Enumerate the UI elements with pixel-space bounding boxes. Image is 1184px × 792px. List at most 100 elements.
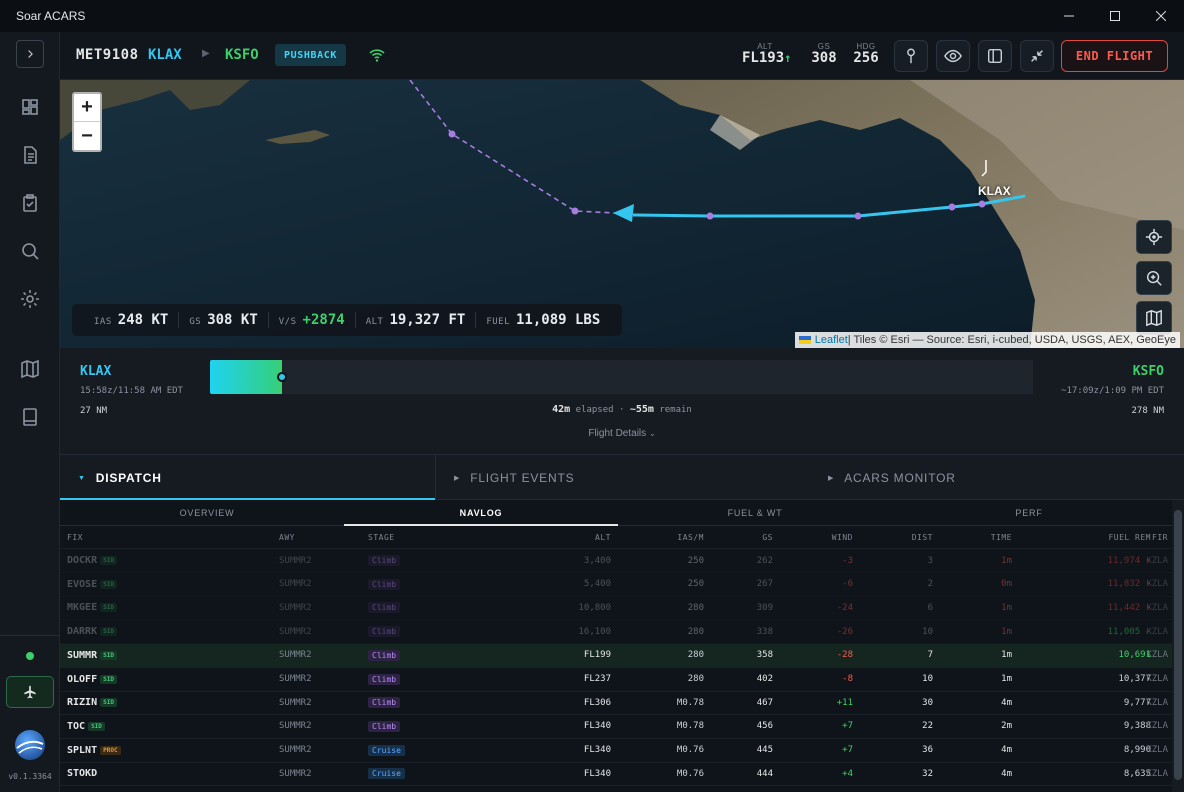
zoom-in-icon — [1146, 270, 1162, 286]
subtab-overview[interactable]: OVERVIEW — [70, 500, 344, 526]
telemetry-cell: IAS 248 KT — [84, 312, 180, 328]
pin-button[interactable] — [894, 40, 928, 72]
flight-header: MET9108 KLAX ▶ KSFO PUSHBACK ALT FL193↑ … — [60, 32, 1184, 80]
tab-dispatch[interactable]: ▼ DISPATCH — [78, 455, 162, 501]
procedure-tag: SID — [100, 650, 117, 660]
elapsed-value: 42m — [552, 404, 571, 415]
runway-icon — [981, 160, 987, 177]
procedure-tag: SID — [100, 627, 117, 637]
search-icon[interactable] — [15, 236, 45, 266]
ukraine-flag-icon — [798, 336, 811, 344]
fuel-remaining: 11,974 ▾ — [1107, 555, 1151, 566]
navlog-row[interactable]: EVOSE SID SUMMR2 Climb 5,400 250 267 -6 2… — [60, 573, 1172, 597]
leg-time: 1m — [1001, 555, 1012, 566]
distance: 30 — [922, 697, 933, 708]
wind-component: -8 — [842, 674, 853, 684]
navlog-row[interactable]: STOKD SUMMR2 Cruise FL340 M0.76 444 +4 3… — [60, 762, 1172, 787]
airplane-icon — [24, 685, 36, 699]
groundspeed: 402 — [756, 674, 773, 684]
minimize-view-button[interactable] — [1020, 40, 1054, 72]
maximize-button[interactable] — [1092, 0, 1138, 32]
map-layers-button[interactable] — [1136, 301, 1172, 335]
gear-icon[interactable] — [15, 284, 45, 314]
progress-arrival: KSFO — [1132, 364, 1164, 379]
elapsed-label: elapsed — [575, 405, 614, 415]
airway: SUMMR2 — [279, 768, 312, 779]
fir: KZLA — [1146, 626, 1168, 637]
flight-details-toggle[interactable]: Flight Details ⌄ — [60, 428, 1184, 439]
airway: SUMMR2 — [279, 650, 312, 661]
heading-value: 256 — [853, 50, 879, 66]
subtab-perf[interactable]: PERF — [892, 500, 1166, 526]
flown-track-line — [632, 194, 1026, 218]
eye-icon — [944, 49, 962, 63]
end-flight-button[interactable]: END FLIGHT — [1061, 40, 1168, 72]
flight-map[interactable]: KLAX + − IAS 248 KT GS 308 KT V/S +2874 ALT 19,… — [60, 80, 1184, 348]
wind-component: +11 — [836, 697, 853, 708]
subtab-navlog[interactable]: NAVLOG — [344, 500, 618, 526]
distance: 36 — [922, 745, 933, 756]
procedure-tag: SID — [100, 579, 117, 589]
scrollbar-thumb[interactable] — [1174, 510, 1182, 780]
navlog-row[interactable]: TOC SID SUMMR2 Climb FL340 M0.78 456 +7 2… — [60, 715, 1172, 739]
subtab-fuel-wt[interactable]: FUEL & WT — [618, 500, 892, 526]
leaflet-link[interactable]: Leaflet — [815, 334, 848, 346]
col-time: TIME — [990, 533, 1012, 542]
wind-component: +4 — [842, 768, 853, 779]
groundspeed: 358 — [756, 650, 773, 661]
view-button[interactable] — [936, 40, 970, 72]
navlog-row[interactable]: MKGEE SID SUMMR2 Climb 10,800 280 309 -24… — [60, 596, 1172, 621]
navlog-row[interactable]: OLOFF SID SUMMR2 Climb FL237 280 402 -8 1… — [60, 668, 1172, 692]
distance: 7 — [927, 650, 933, 661]
navlog-row[interactable]: DARRK SID SUMMR2 Climb 16,100 280 338 -26… — [60, 620, 1172, 645]
chevron-down-icon: ⌄ — [648, 429, 656, 438]
panel-toggle-button[interactable] — [978, 40, 1012, 72]
fir: KZLA — [1146, 555, 1168, 566]
center-aircraft-button[interactable] — [1136, 220, 1172, 254]
dashboard-icon[interactable] — [15, 92, 45, 122]
procedure-tag: SID — [88, 721, 105, 731]
navlog-row[interactable]: SPLNT PROC SUMMR2 Cruise FL340 M0.76 445 … — [60, 739, 1172, 763]
window-title: Soar ACARS — [16, 9, 86, 23]
fix-name: DARRK — [67, 626, 98, 638]
groundspeed-value: 308 — [811, 50, 837, 66]
dispatch-subtabs: OVERVIEW NAVLOG FUEL & WT PERF — [60, 500, 1172, 526]
fix-name: RIZIN — [67, 697, 98, 709]
map-zoom-button[interactable] — [1136, 261, 1172, 295]
col-fir: FIR — [1152, 533, 1168, 542]
distance: 22 — [922, 721, 933, 732]
book-icon[interactable] — [15, 402, 45, 432]
close-button[interactable] — [1138, 0, 1184, 32]
active-subtab-underline — [344, 524, 618, 526]
waypoint-marker — [948, 203, 956, 211]
wind-component: +7 — [842, 721, 853, 732]
navlog-row[interactable]: RIZIN SID SUMMR2 Climb FL306 M0.78 467 +1… — [60, 691, 1172, 716]
map-icon[interactable] — [15, 354, 45, 384]
telemetry-cell: FUEL 11,089 LBS — [476, 312, 610, 328]
ias: 280 — [687, 602, 704, 613]
groundspeed: 267 — [756, 579, 773, 590]
navlog-scrollbar[interactable] — [1172, 500, 1184, 792]
telemetry-value: 308 KT — [207, 312, 258, 328]
flight-mode-button[interactable] — [6, 676, 54, 708]
minimize-button[interactable] — [1046, 0, 1092, 32]
navlog-row[interactable]: DOCKR SID SUMMR2 Climb 3,400 250 262 -3 3… — [60, 549, 1172, 573]
navlog-row[interactable]: SUMMR SID SUMMR2 Climb FL199 280 358 -28 … — [60, 643, 1172, 668]
zoom-out-button[interactable]: − — [74, 122, 100, 150]
ias: M0.76 — [676, 768, 704, 779]
tab-acars-monitor[interactable]: ▶ ACARS MONITOR — [828, 455, 956, 501]
stage-badge: Climb — [368, 697, 401, 709]
zoom-in-button[interactable]: + — [74, 94, 100, 122]
ias: M0.78 — [676, 721, 704, 732]
tab-dispatch-label: DISPATCH — [95, 471, 162, 485]
clipboard-check-icon[interactable] — [15, 188, 45, 218]
telemetry-cell: ALT 19,327 FT — [356, 312, 477, 328]
groundspeed: 444 — [756, 768, 773, 779]
fir: KZLA — [1146, 602, 1168, 613]
expand-sidebar-button[interactable] — [16, 40, 44, 68]
document-icon[interactable] — [15, 140, 45, 170]
fix-name: DOCKR — [67, 555, 98, 566]
col-wind: WIND — [831, 533, 853, 542]
tab-flight-events[interactable]: ▶ FLIGHT EVENTS — [454, 455, 574, 501]
altitude-stat: ALT FL193↑ — [742, 42, 791, 66]
